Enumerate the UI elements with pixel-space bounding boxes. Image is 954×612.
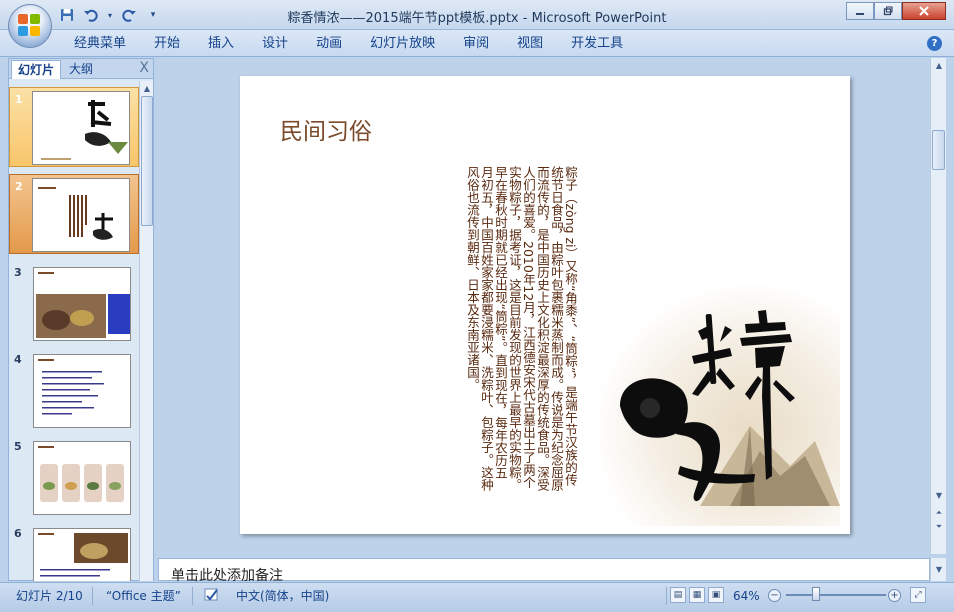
slide-thumbnail-2[interactable]: 2 [9, 174, 139, 254]
help-icon[interactable]: ? [927, 36, 942, 51]
scroll-up-icon[interactable]: ▲ [932, 58, 946, 72]
status-divider [92, 587, 93, 605]
slide-title[interactable]: 民间习俗 [280, 112, 372, 146]
next-slide-icon[interactable]: ⏷ [932, 520, 946, 534]
zoom-slider[interactable] [786, 594, 886, 596]
slide-canvas[interactable]: 民间习俗 粽子（zòng zi）又称“角黍”、“筒粽”，是端午节汉族的传统节日食… [240, 76, 850, 534]
tab-developer[interactable]: 开发工具 [557, 35, 637, 52]
previous-slide-icon[interactable]: ⏶ [932, 506, 946, 520]
status-divider [666, 587, 667, 605]
scroll-thumb[interactable] [932, 130, 945, 170]
status-divider [192, 587, 193, 605]
scroll-down-icon[interactable]: ▼ [932, 488, 946, 502]
slideshow-view-icon[interactable]: ▣ [708, 587, 724, 603]
slide-thumbnail-3[interactable]: 3 [9, 261, 139, 341]
office-logo-icon [18, 14, 42, 38]
tab-outline[interactable]: 大纲 [63, 60, 99, 79]
slide-thumbnail-6[interactable]: 6 [9, 522, 139, 581]
slide-thumbnail-4[interactable]: 4 [9, 348, 139, 428]
close-pane-icon[interactable]: X [139, 60, 149, 76]
tab-animations[interactable]: 动画 [302, 35, 356, 52]
tab-view[interactable]: 视图 [503, 35, 557, 52]
window-controls [846, 2, 946, 20]
title-bar: ▾ ▾ 粽香情浓——2015端午节ppt模板.pptx - Microsoft … [0, 0, 954, 30]
tab-home[interactable]: 开始 [140, 35, 194, 52]
slide-editor: 民间习俗 粽子（zòng zi）又称“角黍”、“筒粽”，是端午节汉族的传统节日食… [158, 58, 930, 554]
tab-insert[interactable]: 插入 [194, 35, 248, 52]
spellcheck-icon[interactable] [203, 587, 221, 608]
zoom-in-icon[interactable]: + [888, 589, 901, 602]
scroll-down-icon[interactable]: ▼ [932, 562, 946, 576]
status-bar: 幻灯片 2/10 “Office 主题” 中文(简体，中国) ▤ ▦ ▣ 64%… [0, 582, 954, 612]
notes-scrollbar[interactable]: ▼ [930, 558, 946, 581]
zoom-level[interactable]: 64% [733, 587, 760, 605]
minimize-icon[interactable] [846, 2, 874, 20]
slide-thumbnail-1[interactable]: 1 [9, 87, 139, 167]
ribbon-tab-bar: 经典菜单 开始 插入 设计 动画 幻灯片放映 审阅 视图 开发工具 ? [0, 30, 954, 57]
tab-classic-menu[interactable]: 经典菜单 [60, 35, 140, 52]
restore-icon[interactable] [874, 2, 902, 20]
slide-thumbnail-5[interactable]: 5 [9, 435, 139, 515]
close-icon[interactable] [902, 2, 946, 20]
slide-scrollbar[interactable]: ▲ ▼ ⏶ ⏷ [930, 58, 946, 554]
zoom-slider-knob[interactable] [812, 587, 820, 601]
window-title: 粽香情浓——2015端午节ppt模板.pptx - Microsoft Powe… [287, 11, 667, 26]
scroll-thumb[interactable] [141, 96, 153, 226]
notes-pane[interactable]: 单击此处添加备注 [158, 558, 930, 584]
slides-pane: 幻灯片 大纲 X 1 2 3 4 5 6 ▲ [8, 58, 154, 581]
scroll-up-icon[interactable]: ▲ [140, 81, 154, 95]
normal-view-icon[interactable]: ▤ [670, 587, 686, 603]
thumbnail-scrollbar[interactable]: ▲ [139, 81, 153, 581]
zoom-out-icon[interactable]: − [768, 589, 781, 602]
slide-sorter-view-icon[interactable]: ▦ [689, 587, 705, 603]
tab-design[interactable]: 设计 [248, 35, 302, 52]
office-button[interactable] [8, 4, 52, 48]
tab-slides[interactable]: 幻灯片 [11, 60, 62, 79]
slide-body-text[interactable]: 粽子（zòng zi）又称“角黍”、“筒粽”，是端午节汉族的传统节日食品，由粽叶… [465, 166, 578, 491]
tab-review[interactable]: 审阅 [449, 35, 503, 52]
thumbnail-list: 1 2 3 4 5 6 [9, 81, 139, 581]
fit-to-window-icon[interactable]: ⤢ [910, 587, 926, 603]
tab-slideshow[interactable]: 幻灯片放映 [356, 35, 449, 52]
zongzi-calligraphy-image[interactable] [580, 276, 840, 526]
slide-counter: 幻灯片 2/10 [16, 589, 83, 603]
language-indicator[interactable]: 中文(简体，中国) [236, 587, 329, 605]
theme-name[interactable]: “Office 主题” [106, 587, 181, 605]
pane-tabs: 幻灯片 大纲 X [9, 59, 153, 79]
